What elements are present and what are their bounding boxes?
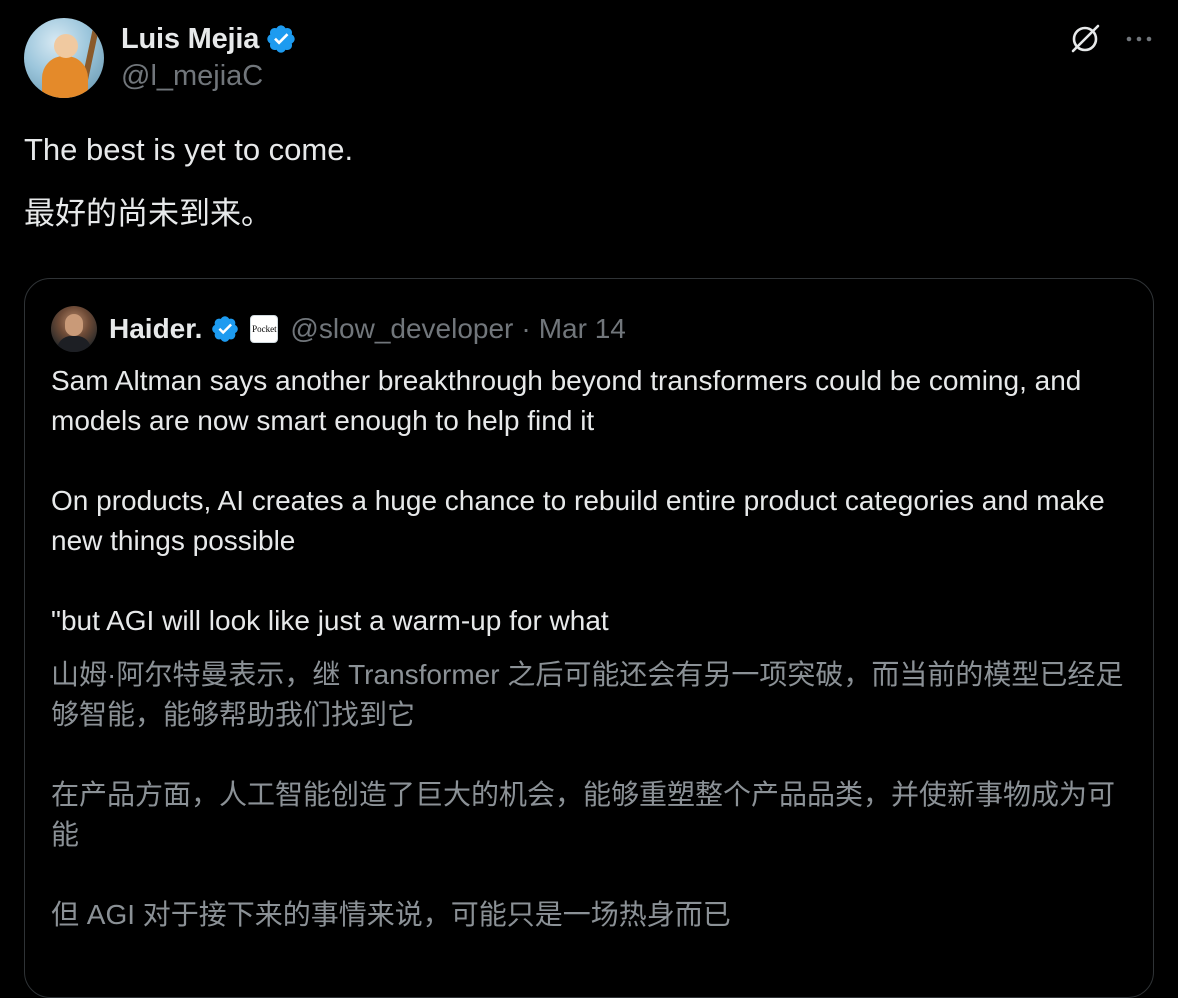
quote-paragraph: On products, AI creates a huge chance to…	[51, 485, 1105, 556]
tweet-translation: 最好的尚未到来。	[24, 196, 272, 231]
quote-header: Haider. Pocket @slow_developer · Mar 14	[51, 305, 626, 353]
quote-translation: 在产品方面，人工智能创造了巨大的机会，能够重塑整个产品品类，并使新事物成为可能	[51, 779, 1116, 850]
quote-avatar[interactable]	[51, 306, 97, 352]
affiliate-badge[interactable]: Pocket	[250, 315, 279, 343]
quote-verified-badge-icon	[210, 314, 240, 344]
tweet-header: Luis Mejia @l_mejiaC	[24, 18, 1154, 100]
tweet-text: The best is yet to come. 最好的尚未到来。	[24, 128, 1154, 236]
more-icon[interactable]	[1124, 24, 1154, 54]
quote-body: Sam Altman says another breakthrough bey…	[51, 361, 1131, 975]
quote-date[interactable]: Mar 14	[539, 313, 626, 345]
quoted-tweet[interactable]: Haider. Pocket @slow_developer · Mar 14 …	[24, 278, 1154, 998]
quote-handle[interactable]: @slow_developer	[290, 313, 513, 345]
author-info: Luis Mejia @l_mejiaC	[121, 20, 297, 93]
display-name[interactable]: Luis Mejia	[121, 23, 259, 56]
quote-display-name[interactable]: Haider.	[109, 313, 202, 345]
quote-paragraph: Sam Altman says another breakthrough bey…	[51, 365, 1082, 436]
grok-icon[interactable]	[1068, 22, 1102, 56]
avatar[interactable]	[24, 18, 104, 98]
quote-translation: 但 AGI 对于接下来的事情来说，可能只是一场热身而已	[51, 899, 731, 930]
quote-separator: ·	[521, 313, 531, 344]
handle[interactable]: @l_mejiaC	[121, 60, 297, 93]
tweet: Luis Mejia @l_mejiaC The best is yet to …	[0, 0, 1178, 998]
verified-badge-icon	[265, 23, 297, 55]
tweet-body: The best is yet to come.	[24, 132, 354, 167]
quote-translation: 山姆·阿尔特曼表示，继 Transformer 之后可能还会有另一项突破，而当前…	[51, 659, 1124, 730]
tweet-actions	[1068, 22, 1154, 56]
quote-paragraph: "but AGI will look like just a warm-up f…	[51, 605, 609, 636]
